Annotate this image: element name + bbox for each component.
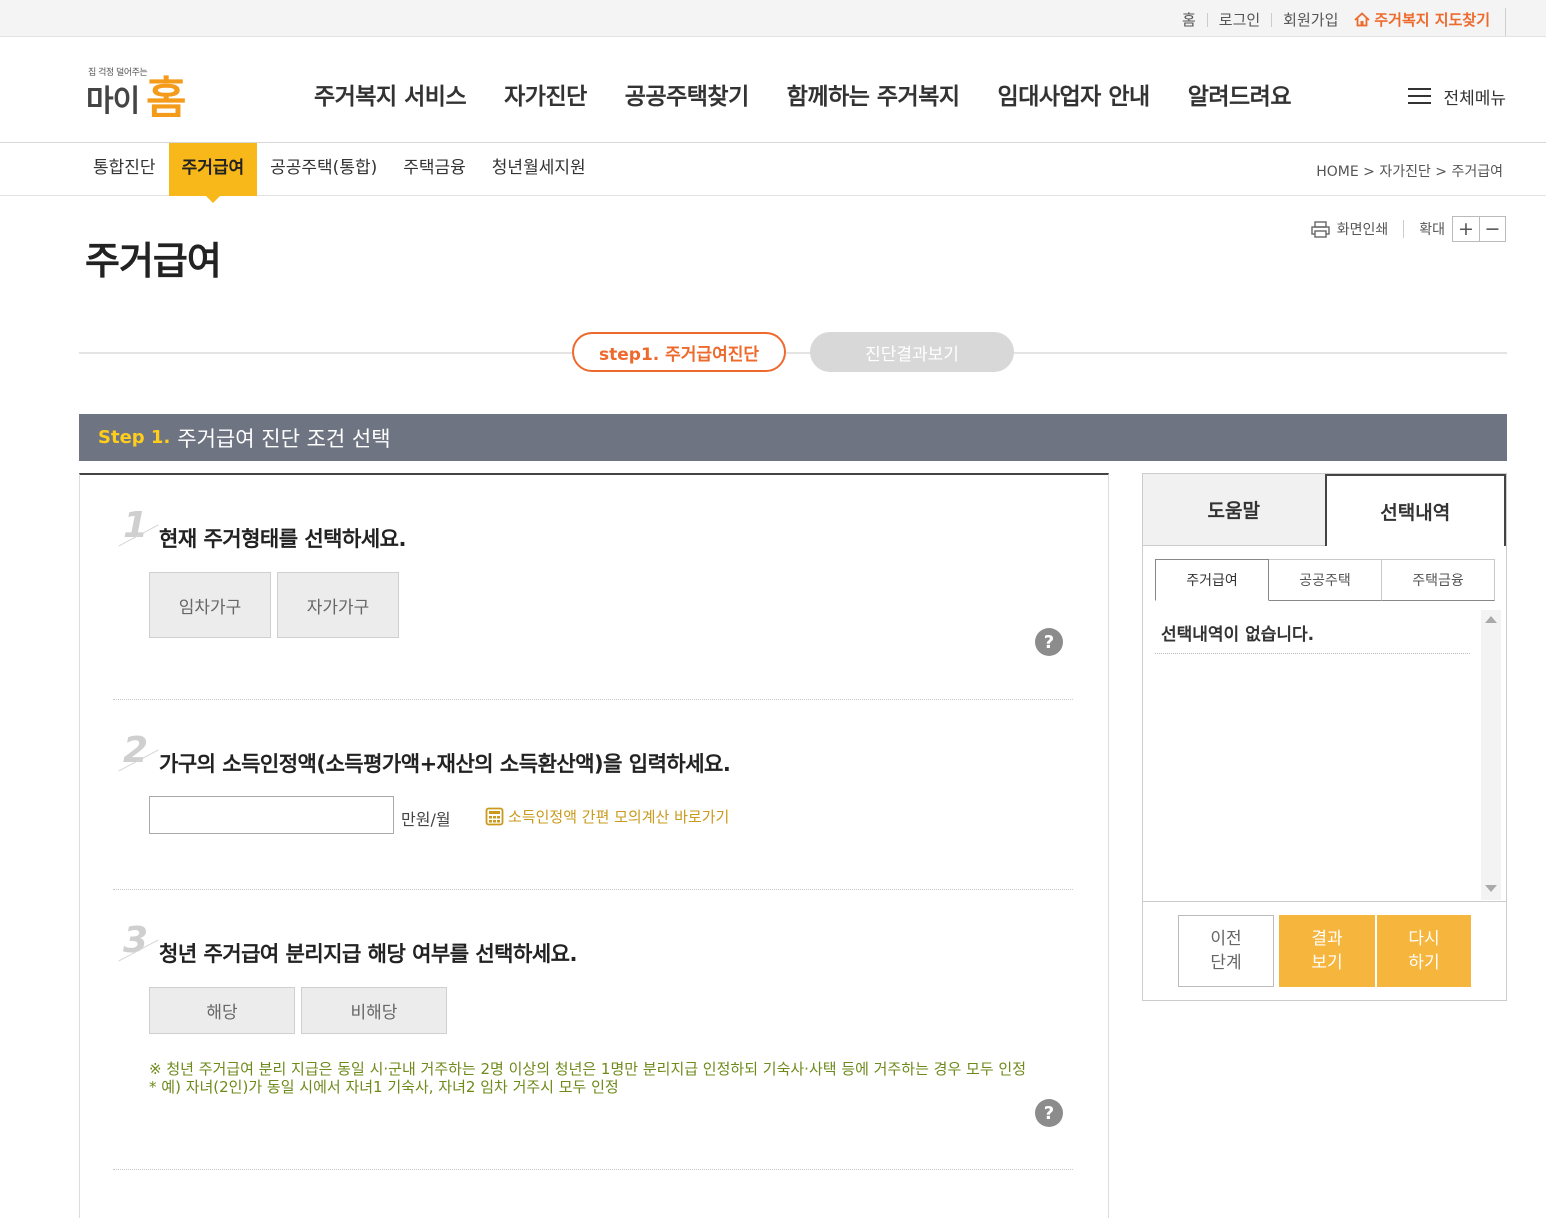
subtab-housing-benefit[interactable]: 주거급여 xyxy=(1155,559,1269,601)
util-link-login[interactable]: 로그인 xyxy=(1219,9,1260,30)
income-calculator-link[interactable]: 소득인정액 간편 모의계산 바로가기 xyxy=(485,806,729,827)
tab-selection[interactable]: 선택내역 xyxy=(1324,474,1506,546)
question-title: 가구의 소득인정액(소득평가액+재산의 소득환산액)을 입력하세요. xyxy=(159,752,731,776)
step-title: 주거급여 진단 조건 선택 xyxy=(177,426,391,451)
main-nav: 주거복지 서비스 자가진단 공공주택찾기 함께하는 주거복지 임대사업자 안내 … xyxy=(314,77,1329,111)
util-link-home[interactable]: 홈 xyxy=(1182,9,1196,30)
question-title: 현재 주거형태를 선택하세요. xyxy=(159,527,406,551)
calc-link-label: 소득인정액 간편 모의계산 바로가기 xyxy=(508,808,730,826)
retry-button[interactable]: 다시 하기 xyxy=(1377,915,1471,987)
sub-nav: 통합진단 주거급여 공공주택(통합) 주택금융 청년월세지원 HOME > 자가… xyxy=(0,143,1546,203)
divider xyxy=(1155,653,1470,654)
scroll-up-icon[interactable] xyxy=(1485,616,1497,623)
divider xyxy=(113,889,1073,890)
logo[interactable]: 집 걱정 덜어주는 마이 홈 xyxy=(86,62,216,124)
subtab-housing-finance[interactable]: 주택금융 xyxy=(1382,559,1495,601)
breadcrumb: HOME > 자가진단 > 주거급여 xyxy=(1316,164,1503,180)
logo-text: 마이 xyxy=(86,84,140,119)
util-link-signup[interactable]: 회원가입 xyxy=(1283,9,1338,30)
home-icon xyxy=(1354,12,1370,27)
calculator-icon xyxy=(485,807,504,826)
action-buttons: 이전 단계 결과 보기 다시 하기 xyxy=(1143,901,1506,1001)
nav-notices[interactable]: 알려드려요 xyxy=(1188,77,1292,111)
subnav-integrated[interactable]: 통합진단 xyxy=(80,143,169,196)
divider xyxy=(113,1169,1073,1170)
print-label: 화면인쇄 xyxy=(1336,222,1389,238)
all-menu-label: 전체메뉴 xyxy=(1443,89,1506,109)
hamburger-icon xyxy=(1408,88,1432,105)
selection-list: 선택내역이 없습니다. xyxy=(1155,610,1480,900)
utility-bar: 홈 로그인 회원가입 주거복지 지도찾기 xyxy=(0,0,1546,37)
empty-message: 선택내역이 없습니다. xyxy=(1161,625,1315,645)
tab-help[interactable]: 도움말 xyxy=(1143,474,1325,546)
subnav-public-housing[interactable]: 공공주택(통합) xyxy=(257,143,390,196)
logo-text-accent: 홈 xyxy=(146,73,187,124)
zoom-in-button[interactable]: + xyxy=(1453,217,1479,241)
previous-step-button[interactable]: 이전 단계 xyxy=(1178,915,1274,987)
help-icon[interactable]: ? xyxy=(1035,628,1063,656)
option-applicable[interactable]: 해당 xyxy=(149,987,295,1034)
question-title: 청년 주거급여 분리지급 해당 여부를 선택하세요. xyxy=(159,942,577,966)
welfare-map-link[interactable]: 주거복지 지도찾기 xyxy=(1354,9,1490,30)
page-title: 주거급여 xyxy=(85,239,222,283)
divider xyxy=(1403,220,1405,238)
option-owner-household[interactable]: 자가가구 xyxy=(277,572,399,638)
step1-indicator: step1. 주거급여진단 xyxy=(572,332,786,372)
income-input[interactable] xyxy=(149,796,394,834)
subtab-public-housing[interactable]: 공공주택 xyxy=(1269,559,1382,601)
zoom-label: 확대 xyxy=(1419,222,1445,238)
subnav-youth-rent[interactable]: 청년월세지원 xyxy=(479,143,599,196)
nav-together-welfare[interactable]: 함께하는 주거복지 xyxy=(787,77,960,111)
divider xyxy=(1206,12,1208,27)
help-icon[interactable]: ? xyxy=(1035,1099,1063,1127)
step2-indicator: 진단결과보기 xyxy=(810,332,1014,372)
printer-icon xyxy=(1311,220,1330,238)
notice-line-1: ※ 청년 주거급여 분리 지급은 동일 시·군내 거주하는 2명 이상의 청년은… xyxy=(149,1060,1026,1078)
nav-housing-welfare-service[interactable]: 주거복지 서비스 xyxy=(314,77,467,111)
scrollbar[interactable] xyxy=(1481,610,1501,900)
all-menu-button[interactable]: 전체메뉴 xyxy=(1408,84,1506,109)
side-panel: 도움말 선택내역 주거급여 공공주택 주택금융 선택내역이 없습니다. 이전 단… xyxy=(1142,473,1507,1001)
nav-self-diagnosis[interactable]: 자가진단 xyxy=(504,77,587,111)
print-button[interactable]: 화면인쇄 xyxy=(1311,219,1389,239)
page-tools: 화면인쇄 확대 + − xyxy=(1311,216,1506,242)
site-header: 집 걱정 덜어주는 마이 홈 주거복지 서비스 자가진단 공공주택찾기 함께하는… xyxy=(0,37,1546,143)
welfare-map-label: 주거복지 지도찾기 xyxy=(1374,11,1490,29)
subnav-housing-finance[interactable]: 주택금융 xyxy=(390,143,479,196)
notice-line-2: * 예) 자녀(2인)가 동일 시에서 자녀1 기숙사, 자녀2 임차 거주시 … xyxy=(149,1078,619,1096)
divider xyxy=(1505,8,1506,36)
step-line xyxy=(79,352,1507,354)
step-header: Step 1. 주거급여 진단 조건 선택 xyxy=(79,414,1507,461)
zoom-out-button[interactable]: − xyxy=(1479,217,1505,241)
diagnosis-form: 1 현재 주거형태를 선택하세요. 임차가구 자가가구 ? 2 가구의 소득인정… xyxy=(79,473,1109,1218)
view-result-button[interactable]: 결과 보기 xyxy=(1279,915,1375,987)
step-number: Step 1. xyxy=(98,427,171,448)
nav-landlord-guide[interactable]: 임대사업자 안내 xyxy=(998,77,1151,111)
option-rental-household[interactable]: 임차가구 xyxy=(149,572,271,638)
option-not-applicable[interactable]: 비해당 xyxy=(301,987,447,1034)
scroll-down-icon[interactable] xyxy=(1485,885,1497,892)
nav-public-housing-search[interactable]: 공공주택찾기 xyxy=(625,77,749,111)
divider xyxy=(113,699,1073,700)
income-unit: 만원/월 xyxy=(401,810,451,829)
subnav-housing-benefit[interactable]: 주거급여 xyxy=(168,143,258,203)
notice-text: ※ 청년 주거급여 분리 지급은 동일 시·군내 거주하는 2명 이상의 청년은… xyxy=(149,1060,1074,1096)
divider xyxy=(1271,12,1273,27)
